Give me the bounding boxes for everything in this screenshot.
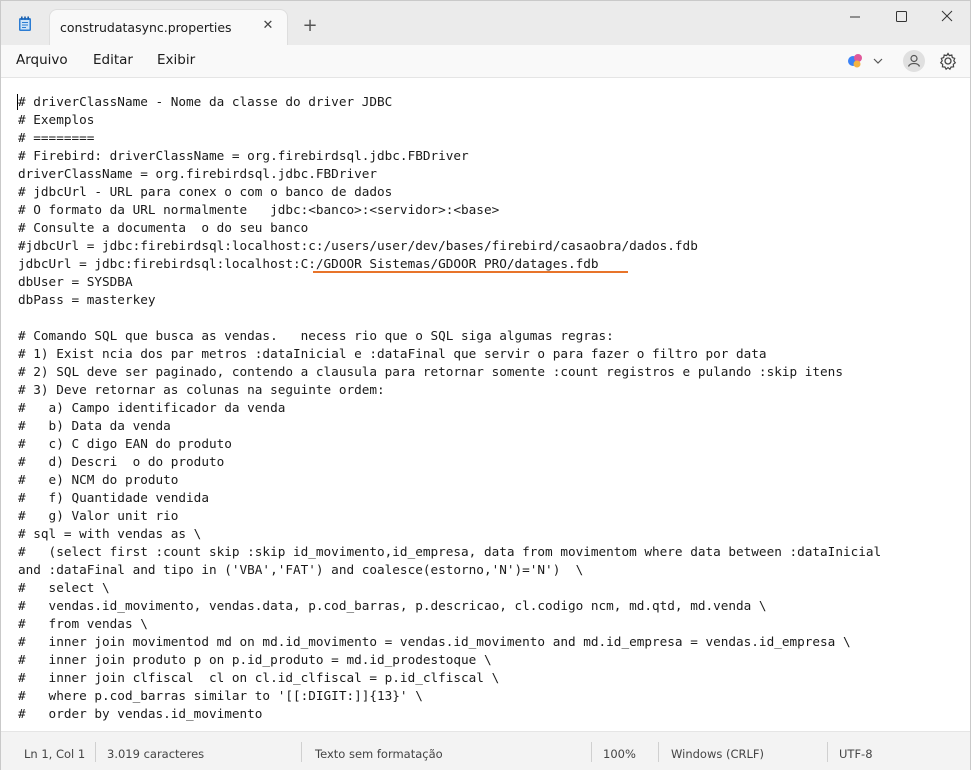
- profile-button[interactable]: [903, 50, 925, 72]
- status-zoom[interactable]: 100%: [603, 747, 636, 761]
- editor-line: # 3) Deve retornar as colunas na seguint…: [18, 382, 385, 397]
- close-window-button[interactable]: [924, 1, 970, 33]
- status-divider: [658, 742, 659, 762]
- menu-editar[interactable]: Editar: [93, 52, 133, 68]
- tab-title: construdatasync.properties: [60, 20, 232, 35]
- editor-line: # jdbcUrl - URL para conex o com o banco…: [18, 184, 393, 199]
- editor-line: # Comando SQL que busca as vendas. neces…: [18, 328, 614, 343]
- editor-line: # sql = with vendas as \: [18, 526, 202, 541]
- editor-line: and :dataFinal and tipo in ('VBA','FAT')…: [18, 562, 584, 577]
- editor-line: # b) Data da venda: [18, 418, 171, 433]
- minimize-button[interactable]: [832, 1, 878, 33]
- highlight-underline: [313, 271, 628, 273]
- status-divider: [827, 742, 828, 762]
- editor-line: driverClassName = org.firebirdsql.jdbc.F…: [18, 166, 378, 181]
- tab-file[interactable]: construdatasync.properties ✕: [49, 9, 288, 47]
- text-cursor: [17, 94, 18, 110]
- editor-line: dbPass = masterkey: [18, 292, 156, 307]
- notepad-icon: [19, 16, 31, 31]
- minimize-icon: [850, 16, 860, 18]
- status-encoding[interactable]: UTF-8: [839, 747, 873, 761]
- editor-line: # inner join clfiscal cl on cl.id_clfisc…: [18, 670, 500, 685]
- menu-exibir[interactable]: Exibir: [157, 52, 195, 68]
- status-bar: Ln 1, Col 1 3.019 caracteres Texto sem f…: [1, 731, 970, 770]
- editor-line: # inner join produto p on p.id_produto =…: [18, 652, 492, 667]
- editor-line: # Consulte a documenta o do seu banco: [18, 220, 309, 235]
- editor-line: # where p.cod_barras similar to '[[:DIGI…: [18, 688, 423, 703]
- title-bar: construdatasync.properties ✕ +: [1, 1, 970, 47]
- status-chars: 3.019 caracteres: [107, 747, 205, 761]
- editor-line: # 1) Exist ncia dos par metros :dataInic…: [18, 346, 767, 361]
- close-icon: [941, 10, 953, 22]
- editor-line: # f) Quantidade vendida: [18, 490, 209, 505]
- copilot-icon: [848, 54, 883, 68]
- editor-line: # d) Descri o do produto: [18, 454, 225, 469]
- status-format: Texto sem formatação: [315, 747, 443, 761]
- editor-line: # (select first :count skip :skip id_mov…: [18, 544, 882, 559]
- gear-icon: [939, 52, 957, 71]
- copilot-button[interactable]: [846, 50, 890, 72]
- editor-line: # 2) SQL deve ser paginado, contendo a c…: [18, 364, 843, 379]
- new-tab-button[interactable]: +: [299, 16, 321, 38]
- editor-line: #jdbcUrl = jdbc:firebirdsql:localhost:c:…: [18, 238, 698, 253]
- editor-line: # select \: [18, 580, 110, 595]
- editor-line: dbUser = SYSDBA: [18, 274, 133, 289]
- editor-line: # c) C digo EAN do produto: [18, 436, 232, 451]
- editor-line: # Exemplos: [18, 112, 95, 127]
- status-divider: [95, 742, 96, 762]
- editor-line: # g) Valor unit rio: [18, 508, 179, 523]
- status-line-ending[interactable]: Windows (CRLF): [671, 747, 764, 761]
- editor-line: # order by vendas.id_movimento: [18, 706, 263, 721]
- status-divider: [591, 742, 592, 762]
- editor-line: # Firebird: driverClassName = org.firebi…: [18, 148, 469, 163]
- editor-text: # driverClassName - Nome da classe do dr…: [18, 93, 881, 723]
- editor-line: # inner join movimentod md on md.id_movi…: [18, 634, 851, 649]
- editor-line: # ========: [18, 130, 95, 145]
- menu-arquivo[interactable]: Arquivo: [16, 52, 68, 68]
- editor-line: # O formato da URL normalmente jdbc:<ban…: [18, 202, 500, 217]
- status-position: Ln 1, Col 1: [24, 747, 86, 761]
- person-icon: [907, 54, 921, 67]
- status-divider: [301, 742, 302, 762]
- editor-line: # a) Campo identificador da venda: [18, 400, 286, 415]
- notepad-window: construdatasync.properties ✕ + Arquivo E…: [0, 0, 971, 770]
- editor-line: # e) NCM do produto: [18, 472, 179, 487]
- editor-line: # from vendas \: [18, 616, 148, 631]
- text-editor[interactable]: # driverClassName - Nome da classe do dr…: [1, 77, 970, 732]
- settings-button[interactable]: [938, 51, 958, 71]
- editor-line: # vendas.id_movimento, vendas.data, p.co…: [18, 598, 767, 613]
- maximize-button[interactable]: [878, 1, 924, 33]
- tab-close-icon[interactable]: ✕: [259, 17, 277, 35]
- menu-bar: Arquivo Editar Exibir: [1, 45, 970, 77]
- maximize-icon: [896, 11, 907, 22]
- editor-line: # driverClassName - Nome da classe do dr…: [18, 94, 393, 109]
